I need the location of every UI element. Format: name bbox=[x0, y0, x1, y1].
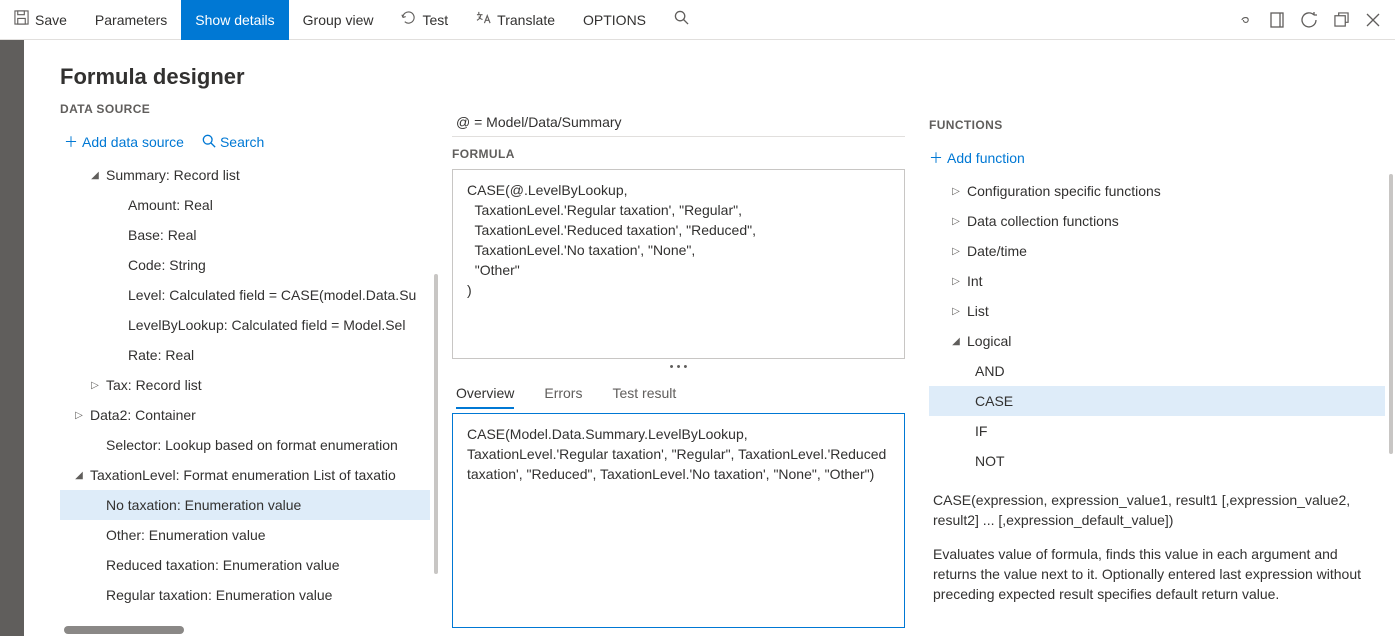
search-data-source-button[interactable]: Search bbox=[202, 132, 264, 152]
tree-level-by-lookup[interactable]: LevelByLookup: Calculated field = Model.… bbox=[60, 310, 430, 340]
chevron-right-icon: ▷ bbox=[949, 276, 963, 287]
data-source-tree[interactable]: ◢Summary: Record list Amount: Real Base:… bbox=[60, 160, 440, 624]
page-title: Formula designer bbox=[24, 40, 1395, 94]
result-tabs: Overview Errors Test result bbox=[452, 375, 905, 409]
parameters-button[interactable]: Parameters bbox=[81, 0, 181, 40]
tree-code[interactable]: Code: String bbox=[60, 250, 430, 280]
func-if[interactable]: IF bbox=[929, 416, 1385, 446]
translate-label: Translate bbox=[497, 12, 555, 28]
formula-editor[interactable]: CASE(@.LevelByLookup, TaxationLevel.'Reg… bbox=[452, 169, 905, 359]
functions-column: FUNCTIONS ＋ Add function ▷Configuration … bbox=[925, 94, 1395, 636]
show-details-button[interactable]: Show details bbox=[181, 0, 288, 40]
tree-reduced[interactable]: Reduced taxation: Enumeration value bbox=[60, 550, 430, 580]
tab-overview[interactable]: Overview bbox=[456, 379, 514, 409]
func-group-date-time[interactable]: ▷Date/time bbox=[929, 236, 1385, 266]
chevron-down-icon: ◢ bbox=[949, 336, 963, 347]
parameters-label: Parameters bbox=[95, 12, 167, 28]
functions-tree[interactable]: ▷Configuration specific functions ▷Data … bbox=[929, 176, 1385, 476]
add-data-source-label: Add data source bbox=[82, 134, 184, 150]
refresh-icon bbox=[401, 10, 416, 29]
test-button[interactable]: Test bbox=[387, 0, 462, 40]
func-group-list[interactable]: ▷List bbox=[929, 296, 1385, 326]
func-and[interactable]: AND bbox=[929, 356, 1385, 386]
content: Formula designer DATA SOURCE ＋ Add data … bbox=[24, 40, 1395, 636]
add-function-label: Add function bbox=[947, 150, 1025, 166]
options-button[interactable]: OPTIONS bbox=[569, 0, 660, 40]
show-details-label: Show details bbox=[195, 12, 274, 28]
add-function-button[interactable]: ＋ Add function bbox=[929, 148, 1025, 168]
tree-data2[interactable]: ▷Data2: Container bbox=[60, 400, 430, 430]
save-button[interactable]: Save bbox=[0, 0, 81, 40]
group-view-button[interactable]: Group view bbox=[289, 0, 388, 40]
translate-icon bbox=[476, 10, 491, 29]
function-signature: CASE(expression, expression_value1, resu… bbox=[933, 490, 1381, 530]
tree-no-taxation[interactable]: No taxation: Enumeration value bbox=[60, 490, 430, 520]
three-column-layout: DATA SOURCE ＋ Add data source Search bbox=[24, 94, 1395, 636]
tree-level[interactable]: Level: Calculated field = CASE(model.Dat… bbox=[60, 280, 430, 310]
attach-icon[interactable] bbox=[1229, 0, 1261, 40]
data-source-label: DATA SOURCE bbox=[60, 94, 440, 124]
tab-test-result[interactable]: Test result bbox=[612, 379, 676, 409]
function-help: CASE(expression, expression_value1, resu… bbox=[929, 476, 1385, 604]
left-strip bbox=[0, 40, 24, 636]
formula-column: @ = Model/Data/Summary FORMULA CASE(@.Le… bbox=[440, 94, 925, 636]
plus-icon: ＋ bbox=[929, 148, 943, 168]
tree-tax[interactable]: ▷Tax: Record list bbox=[60, 370, 430, 400]
formula-label: FORMULA bbox=[452, 137, 905, 169]
func-not[interactable]: NOT bbox=[929, 446, 1385, 476]
overview-box[interactable]: CASE(Model.Data.Summary.LevelByLookup, T… bbox=[452, 413, 905, 628]
options-label: OPTIONS bbox=[583, 12, 646, 28]
top-toolbar: Save Parameters Show details Group view … bbox=[0, 0, 1395, 40]
tree-taxation-level[interactable]: ◢TaxationLevel: Format enumeration List … bbox=[60, 460, 430, 490]
tree-base[interactable]: Base: Real bbox=[60, 220, 430, 250]
tree-summary[interactable]: ◢Summary: Record list bbox=[60, 160, 430, 190]
search-icon bbox=[202, 134, 216, 151]
tree-other[interactable]: Other: Enumeration value bbox=[60, 520, 430, 550]
main-area: Formula designer DATA SOURCE ＋ Add data … bbox=[0, 40, 1395, 636]
functions-label: FUNCTIONS bbox=[929, 110, 1385, 140]
save-icon bbox=[14, 10, 29, 29]
data-source-column: DATA SOURCE ＋ Add data source Search bbox=[60, 94, 440, 636]
function-description: Evaluates value of formula, finds this v… bbox=[933, 544, 1381, 604]
chevron-down-icon: ◢ bbox=[72, 470, 86, 481]
test-label: Test bbox=[422, 12, 448, 28]
chevron-right-icon: ▷ bbox=[949, 186, 963, 197]
group-view-label: Group view bbox=[303, 12, 374, 28]
func-group-int[interactable]: ▷Int bbox=[929, 266, 1385, 296]
chevron-down-icon: ◢ bbox=[88, 170, 102, 181]
func-group-data-collection[interactable]: ▷Data collection functions bbox=[929, 206, 1385, 236]
tree-regular[interactable]: Regular taxation: Enumeration value bbox=[60, 580, 430, 610]
chevron-right-icon: ▷ bbox=[88, 380, 102, 391]
tab-errors[interactable]: Errors bbox=[544, 379, 582, 409]
tree-selector[interactable]: Selector: Lookup based on format enumera… bbox=[60, 430, 430, 460]
add-data-source-button[interactable]: ＋ Add data source bbox=[64, 132, 184, 152]
func-group-config[interactable]: ▷Configuration specific functions bbox=[929, 176, 1385, 206]
close-icon[interactable] bbox=[1357, 0, 1389, 40]
chevron-right-icon: ▷ bbox=[72, 410, 86, 421]
refresh-page-icon[interactable] bbox=[1293, 0, 1325, 40]
tree-amount[interactable]: Amount: Real bbox=[60, 190, 430, 220]
office-icon[interactable] bbox=[1261, 0, 1293, 40]
chevron-right-icon: ▷ bbox=[949, 306, 963, 317]
func-group-logical[interactable]: ◢Logical bbox=[929, 326, 1385, 356]
save-label: Save bbox=[35, 12, 67, 28]
translate-button[interactable]: Translate bbox=[462, 0, 569, 40]
func-case[interactable]: CASE bbox=[929, 386, 1385, 416]
toolbar-search-button[interactable] bbox=[660, 0, 703, 40]
search-icon bbox=[674, 10, 689, 29]
formula-context: @ = Model/Data/Summary bbox=[452, 110, 905, 137]
split-handle[interactable]: • • • bbox=[452, 359, 905, 375]
data-source-hscroll[interactable] bbox=[60, 624, 440, 636]
chevron-right-icon: ▷ bbox=[949, 216, 963, 227]
plus-icon: ＋ bbox=[64, 132, 78, 152]
search-data-source-label: Search bbox=[220, 134, 264, 150]
tree-rate[interactable]: Rate: Real bbox=[60, 340, 430, 370]
chevron-right-icon: ▷ bbox=[949, 246, 963, 257]
popout-icon[interactable] bbox=[1325, 0, 1357, 40]
